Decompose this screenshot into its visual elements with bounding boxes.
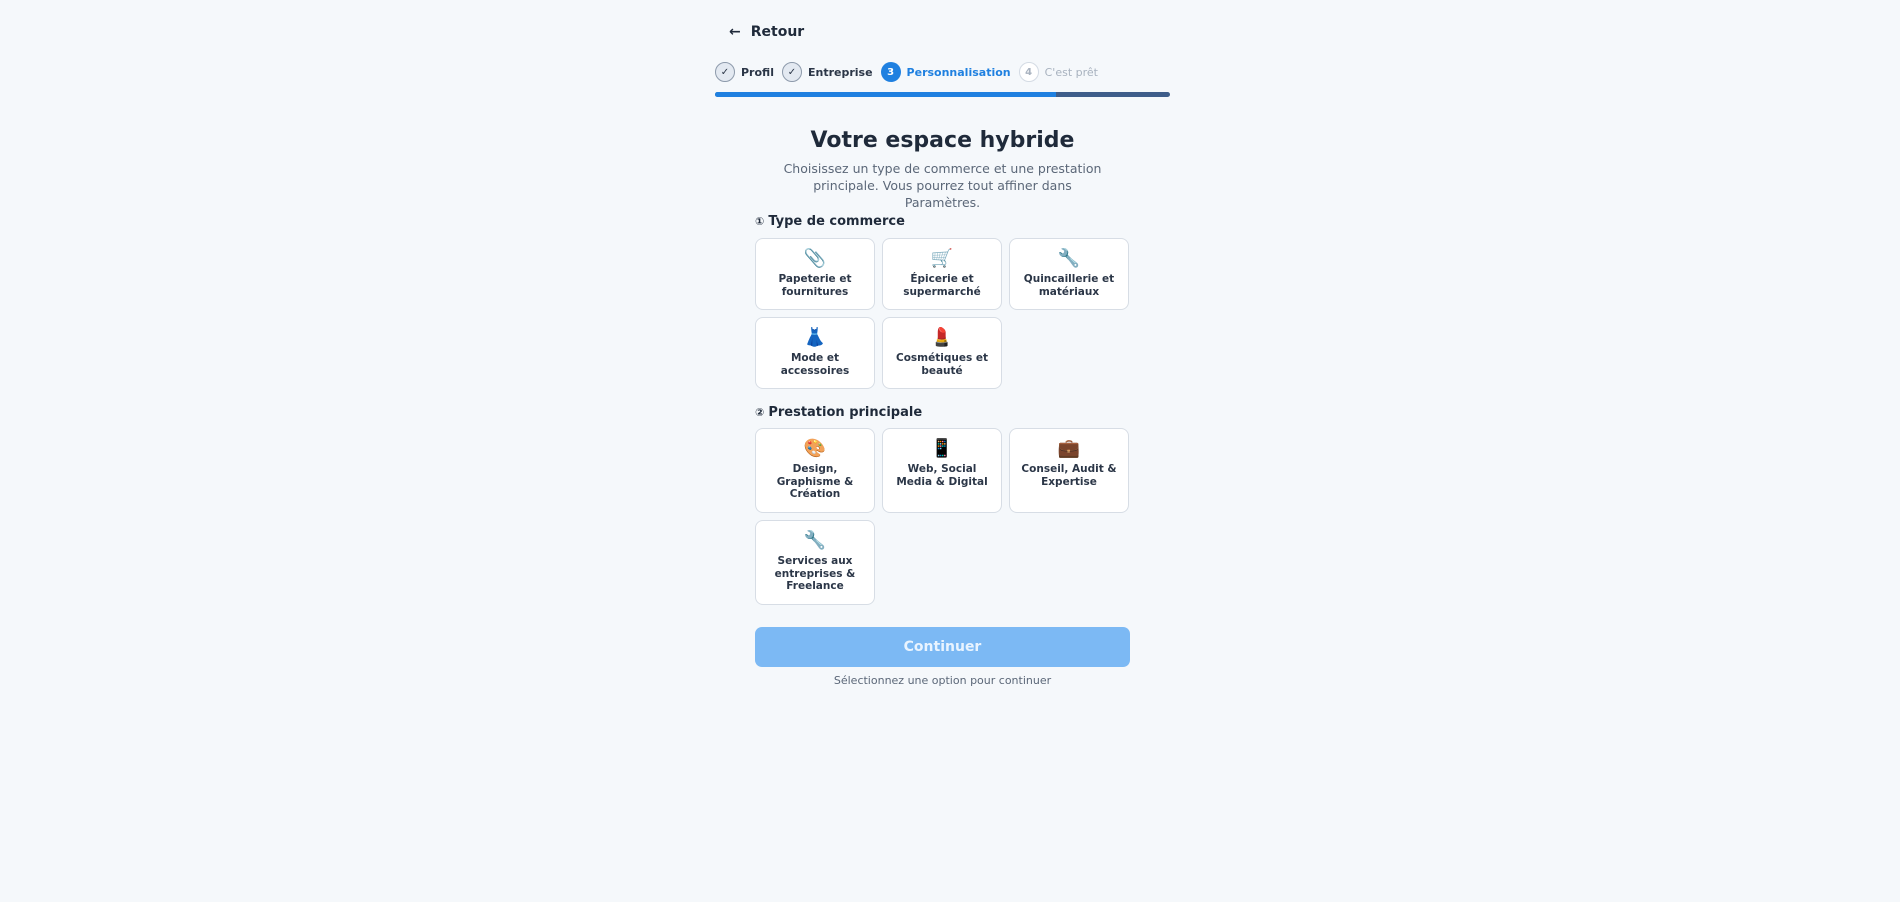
check-icon: ✓ (715, 62, 735, 82)
option-label: Conseil, Audit & Expertise (1021, 463, 1117, 488)
paperclip-icon: 📎 (803, 248, 827, 269)
section-title: Type de commerce (768, 214, 905, 229)
dress-icon: 👗 (803, 327, 827, 348)
palette-icon: 🎨 (803, 438, 827, 459)
section-prestation-label: ② Prestation principale (755, 405, 922, 420)
option-label: Quincaillerie et matériaux (1023, 273, 1115, 298)
page-title: Votre espace hybride (810, 128, 1075, 153)
option-mode[interactable]: 👗 Mode et accessoires (755, 317, 875, 389)
back-label: Retour (750, 24, 805, 40)
section-type-commerce-label: ① Type de commerce (755, 214, 905, 229)
page-subtitle: Choisissez un type de commerce et une pr… (783, 161, 1102, 210)
option-label: Mode et accessoires (780, 352, 850, 377)
option-conseil[interactable]: 💼 Conseil, Audit & Expertise (1009, 428, 1129, 513)
option-quincaillerie[interactable]: 🔧 Quincaillerie et matériaux (1009, 238, 1129, 310)
step-cest-pret: 4 C'est prêt (1018, 62, 1098, 82)
progress-bar (715, 92, 1170, 97)
circled-number-icon: ① (755, 215, 765, 228)
option-papeterie[interactable]: 📎 Papeterie et fournitures (755, 238, 875, 310)
step-personnalisation: 3 Personnalisation (880, 62, 1011, 82)
step-label: Profil (741, 65, 774, 79)
commerce-options: 📎 Papeterie et fournitures 🛒 Épicerie et… (755, 238, 1130, 389)
option-label: Cosmétiques et beauté (895, 352, 988, 377)
step-label: C'est prêt (1044, 65, 1098, 79)
step-profil: ✓ Profil (715, 62, 774, 82)
option-label: Services aux entreprises & Freelance (774, 555, 856, 592)
continue-button[interactable]: Continuer (755, 627, 1130, 667)
progress-fill (715, 92, 1057, 97)
prestation-options: 🎨 Design, Graphisme & Création 📱 Web, So… (755, 428, 1130, 605)
step-label: Entreprise (807, 65, 873, 79)
step-entreprise: ✓ Entreprise (781, 62, 873, 82)
briefcase-icon: 💼 (1057, 438, 1081, 459)
check-icon: ✓ (781, 62, 802, 82)
continue-hint: Sélectionnez une option pour continuer (833, 674, 1052, 687)
lipstick-icon: 💄 (930, 327, 954, 348)
section-title: Prestation principale (768, 405, 923, 420)
back-button[interactable]: ← Retour (729, 24, 804, 40)
circled-number-icon: ② (755, 406, 765, 419)
option-services[interactable]: 🔧 Services aux entreprises & Freelance (755, 520, 875, 605)
step-number: 3 (880, 62, 901, 82)
option-label: Papeterie et fournitures (778, 273, 852, 298)
step-label: Personnalisation (906, 65, 1011, 79)
option-design[interactable]: 🎨 Design, Graphisme & Création (755, 428, 875, 513)
arrow-left-icon: ← (729, 24, 741, 40)
stepper: ✓ Profil ✓ Entreprise 3 Personnalisation… (715, 62, 1170, 82)
option-label: Épicerie et supermarché (903, 273, 981, 298)
option-cosmetiques[interactable]: 💄 Cosmétiques et beauté (882, 317, 1002, 389)
wrench-icon: 🔧 (803, 530, 827, 551)
shopping-cart-icon: 🛒 (930, 248, 954, 269)
option-epicerie[interactable]: 🛒 Épicerie et supermarché (882, 238, 1002, 310)
option-label: Design, Graphisme & Création (776, 463, 854, 500)
option-label: Web, Social Media & Digital (896, 463, 988, 488)
option-web[interactable]: 📱 Web, Social Media & Digital (882, 428, 1002, 513)
mobile-phone-icon: 📱 (930, 438, 954, 459)
step-number: 4 (1018, 62, 1039, 82)
wrench-icon: 🔧 (1057, 248, 1081, 269)
